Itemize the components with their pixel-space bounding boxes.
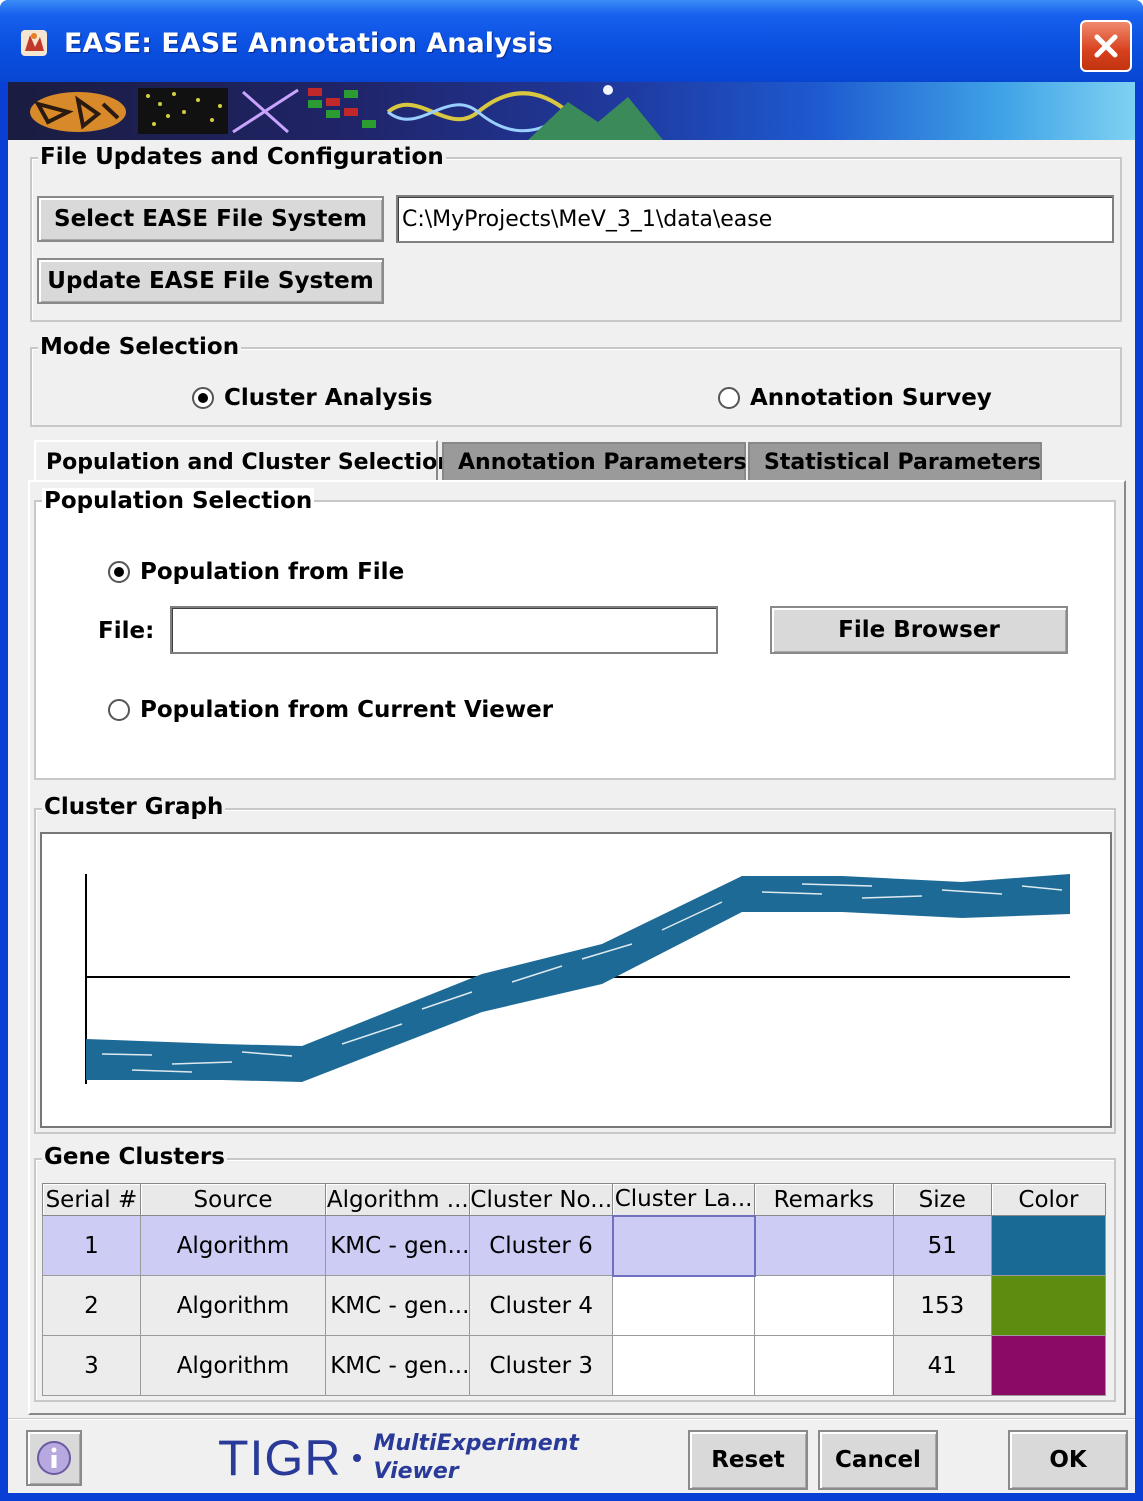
cluster-analysis-label: Cluster Analysis <box>224 385 433 411</box>
table-row[interactable]: 3 Algorithm KMC - gen... Cluster 3 41 <box>42 1335 1107 1396</box>
close-button[interactable] <box>1080 20 1132 72</box>
cell-cluster-no: Cluster 6 <box>469 1215 614 1276</box>
gene-clusters-table: Serial # Source Algorithm ... Cluster No… <box>42 1183 1107 1396</box>
cluster-graph-title: Cluster Graph <box>42 794 226 820</box>
cell-size: 41 <box>892 1335 992 1396</box>
cell-algorithm: KMC - gen... <box>325 1335 471 1396</box>
file-label: File: <box>98 618 155 644</box>
population-selection-title: Population Selection <box>42 488 315 514</box>
window-title: EASE: EASE Annotation Analysis <box>64 28 553 59</box>
cell-cluster-label[interactable] <box>612 1335 756 1396</box>
dialog-window: EASE: EASE Annotation Analysis File Upda… <box>0 0 1143 1501</box>
cell-size: 51 <box>892 1215 992 1276</box>
tab-annotation-parameters[interactable]: Annotation Parameters <box>442 442 747 480</box>
table-header-row: Serial # Source Algorithm ... Cluster No… <box>42 1183 1107 1216</box>
logo-subtitle-line1: MultiExperiment <box>373 1431 579 1456</box>
cell-cluster-no: Cluster 4 <box>469 1275 614 1336</box>
annotation-survey-radio[interactable]: Annotation Survey <box>718 385 992 411</box>
radio-unselected-icon <box>718 387 740 409</box>
column-header-cluster-no[interactable]: Cluster No... <box>469 1183 614 1216</box>
cell-remarks[interactable] <box>754 1215 894 1276</box>
radio-unselected-icon <box>108 699 130 721</box>
logo-subtitle-line2: Viewer <box>373 1459 459 1484</box>
population-from-viewer-radio[interactable]: Population from Current Viewer <box>108 697 553 723</box>
update-ease-file-system-button[interactable]: Update EASE File System <box>37 258 384 304</box>
cancel-button[interactable]: Cancel <box>818 1430 938 1490</box>
cell-remarks[interactable] <box>754 1275 894 1336</box>
ok-button[interactable]: OK <box>1008 1430 1128 1490</box>
file-updates-title: File Updates and Configuration <box>38 144 446 170</box>
column-header-source[interactable]: Source <box>139 1183 327 1216</box>
column-header-serial[interactable]: Serial # <box>42 1183 141 1216</box>
cell-source: Algorithm <box>139 1335 327 1396</box>
cell-serial: 2 <box>42 1275 141 1336</box>
column-header-color[interactable]: Color <box>990 1183 1107 1216</box>
column-header-algorithm[interactable]: Algorithm ... <box>325 1183 471 1216</box>
tab-statistical-parameters[interactable]: Statistical Parameters <box>748 442 1042 480</box>
table-row[interactable]: 1 Algorithm KMC - gen... Cluster 6 51 <box>42 1214 1107 1277</box>
cluster-analysis-radio[interactable]: Cluster Analysis <box>192 385 433 411</box>
radio-selected-icon <box>192 387 214 409</box>
column-header-remarks[interactable]: Remarks <box>754 1183 894 1216</box>
app-icon <box>21 30 47 56</box>
cell-serial: 3 <box>42 1335 141 1396</box>
cell-source: Algorithm <box>139 1275 327 1336</box>
cell-size: 153 <box>892 1275 992 1336</box>
cell-source: Algorithm <box>139 1215 327 1276</box>
cell-cluster-label[interactable] <box>611 1214 756 1277</box>
cell-algorithm: KMC - gen... <box>325 1275 471 1336</box>
cell-algorithm: KMC - gen... <box>325 1215 471 1276</box>
title-bar[interactable]: EASE: EASE Annotation Analysis <box>0 0 1143 82</box>
population-from-file-radio[interactable]: Population from File <box>108 559 404 585</box>
select-ease-file-system-button[interactable]: Select EASE File System <box>37 196 384 242</box>
tigr-logo: TIGR MultiExperiment Viewer <box>218 1430 579 1486</box>
gene-clusters-title: Gene Clusters <box>42 1144 227 1170</box>
cell-remarks[interactable] <box>754 1335 894 1396</box>
tab-population-cluster-selection[interactable]: Population and Cluster Selection <box>34 440 453 482</box>
tigr-logo-text: TIGR <box>218 1430 342 1486</box>
footer-separator <box>8 1418 1135 1420</box>
cell-cluster-label[interactable] <box>612 1275 756 1336</box>
cell-color-swatch[interactable] <box>990 1215 1107 1276</box>
cluster-graph-plot <box>85 874 1070 1084</box>
population-from-viewer-label: Population from Current Viewer <box>140 697 554 723</box>
logo-bullet-icon <box>353 1454 362 1462</box>
header-banner <box>8 82 1135 140</box>
mode-selection-title: Mode Selection <box>38 334 242 360</box>
ease-path-field[interactable]: C:\MyProjects\MeV_3_1\data\ease <box>396 195 1114 243</box>
info-button[interactable] <box>26 1430 82 1486</box>
cell-color-swatch[interactable] <box>990 1335 1107 1396</box>
annotation-survey-label: Annotation Survey <box>750 385 992 411</box>
reset-button[interactable]: Reset <box>688 1430 808 1490</box>
file-browser-button[interactable]: File Browser <box>770 606 1068 654</box>
column-header-cluster-label[interactable]: Cluster La... <box>612 1183 756 1216</box>
cell-color-swatch[interactable] <box>990 1275 1107 1336</box>
logo-subtitle: MultiExperiment Viewer <box>373 1430 578 1486</box>
banner-artwork <box>30 85 663 140</box>
cell-cluster-no: Cluster 3 <box>469 1335 614 1396</box>
info-icon <box>37 1441 71 1475</box>
cluster-graph-canvas <box>40 832 1112 1128</box>
radio-selected-icon <box>108 561 130 583</box>
population-file-input[interactable] <box>170 606 718 654</box>
close-icon <box>1094 34 1118 58</box>
table-row[interactable]: 2 Algorithm KMC - gen... Cluster 4 153 <box>42 1275 1107 1336</box>
cell-serial: 1 <box>42 1215 141 1276</box>
column-header-size[interactable]: Size <box>892 1183 992 1216</box>
population-from-file-label: Population from File <box>140 559 405 585</box>
